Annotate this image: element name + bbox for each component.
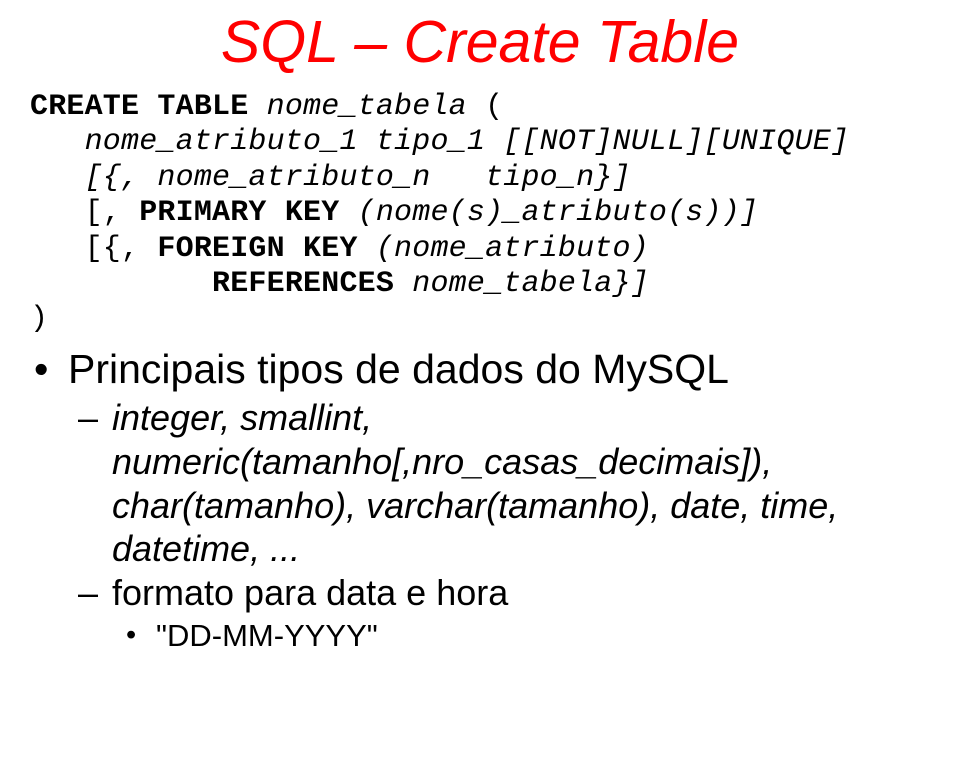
code-line: [{, nome_atributo_n tipo_n}] <box>30 161 631 195</box>
code-text: [, <box>30 196 139 230</box>
bullet-sub2-text: "DD-MM-YYYY" <box>156 618 378 653</box>
bullet-sub-text: formato para data e hora <box>112 572 508 613</box>
bullet-sub: formato para data e hora "DD-MM-YYYY" <box>68 571 930 656</box>
bullet-main: Principais tipos de dados do MySQL integ… <box>30 344 930 656</box>
code-ident: nome_tabela <box>267 90 467 124</box>
page-title: SQL – Create Table <box>30 8 930 76</box>
code-ident: (nome(s)_atributo(s))] <box>358 196 758 230</box>
code-ident: nome_tabela}] <box>412 267 649 301</box>
code-line: ) <box>30 302 48 336</box>
code-text <box>30 267 212 301</box>
code-block: CREATE TABLE nome_tabela ( nome_atributo… <box>30 90 930 338</box>
code-text: ( <box>467 90 503 124</box>
code-line: nome_atributo_1 tipo_1 [[NOT]NULL][UNIQU… <box>30 125 849 159</box>
code-keyword: CREATE TABLE <box>30 90 267 124</box>
code-keyword: REFERENCES <box>212 267 412 301</box>
bullet-main-text: Principais tipos de dados do MySQL <box>68 346 729 392</box>
bullet-sub2: "DD-MM-YYYY" <box>112 617 930 656</box>
bullet-sub: integer, smallint, numeric(tamanho[,nro_… <box>68 396 930 572</box>
code-keyword: FOREIGN KEY <box>157 232 375 266</box>
code-keyword: PRIMARY KEY <box>139 196 357 230</box>
code-ident: (nome_atributo) <box>376 232 649 266</box>
bullet-sub-text: integer, smallint, numeric(tamanho[,nro_… <box>112 397 838 570</box>
code-text: [{, <box>30 232 157 266</box>
